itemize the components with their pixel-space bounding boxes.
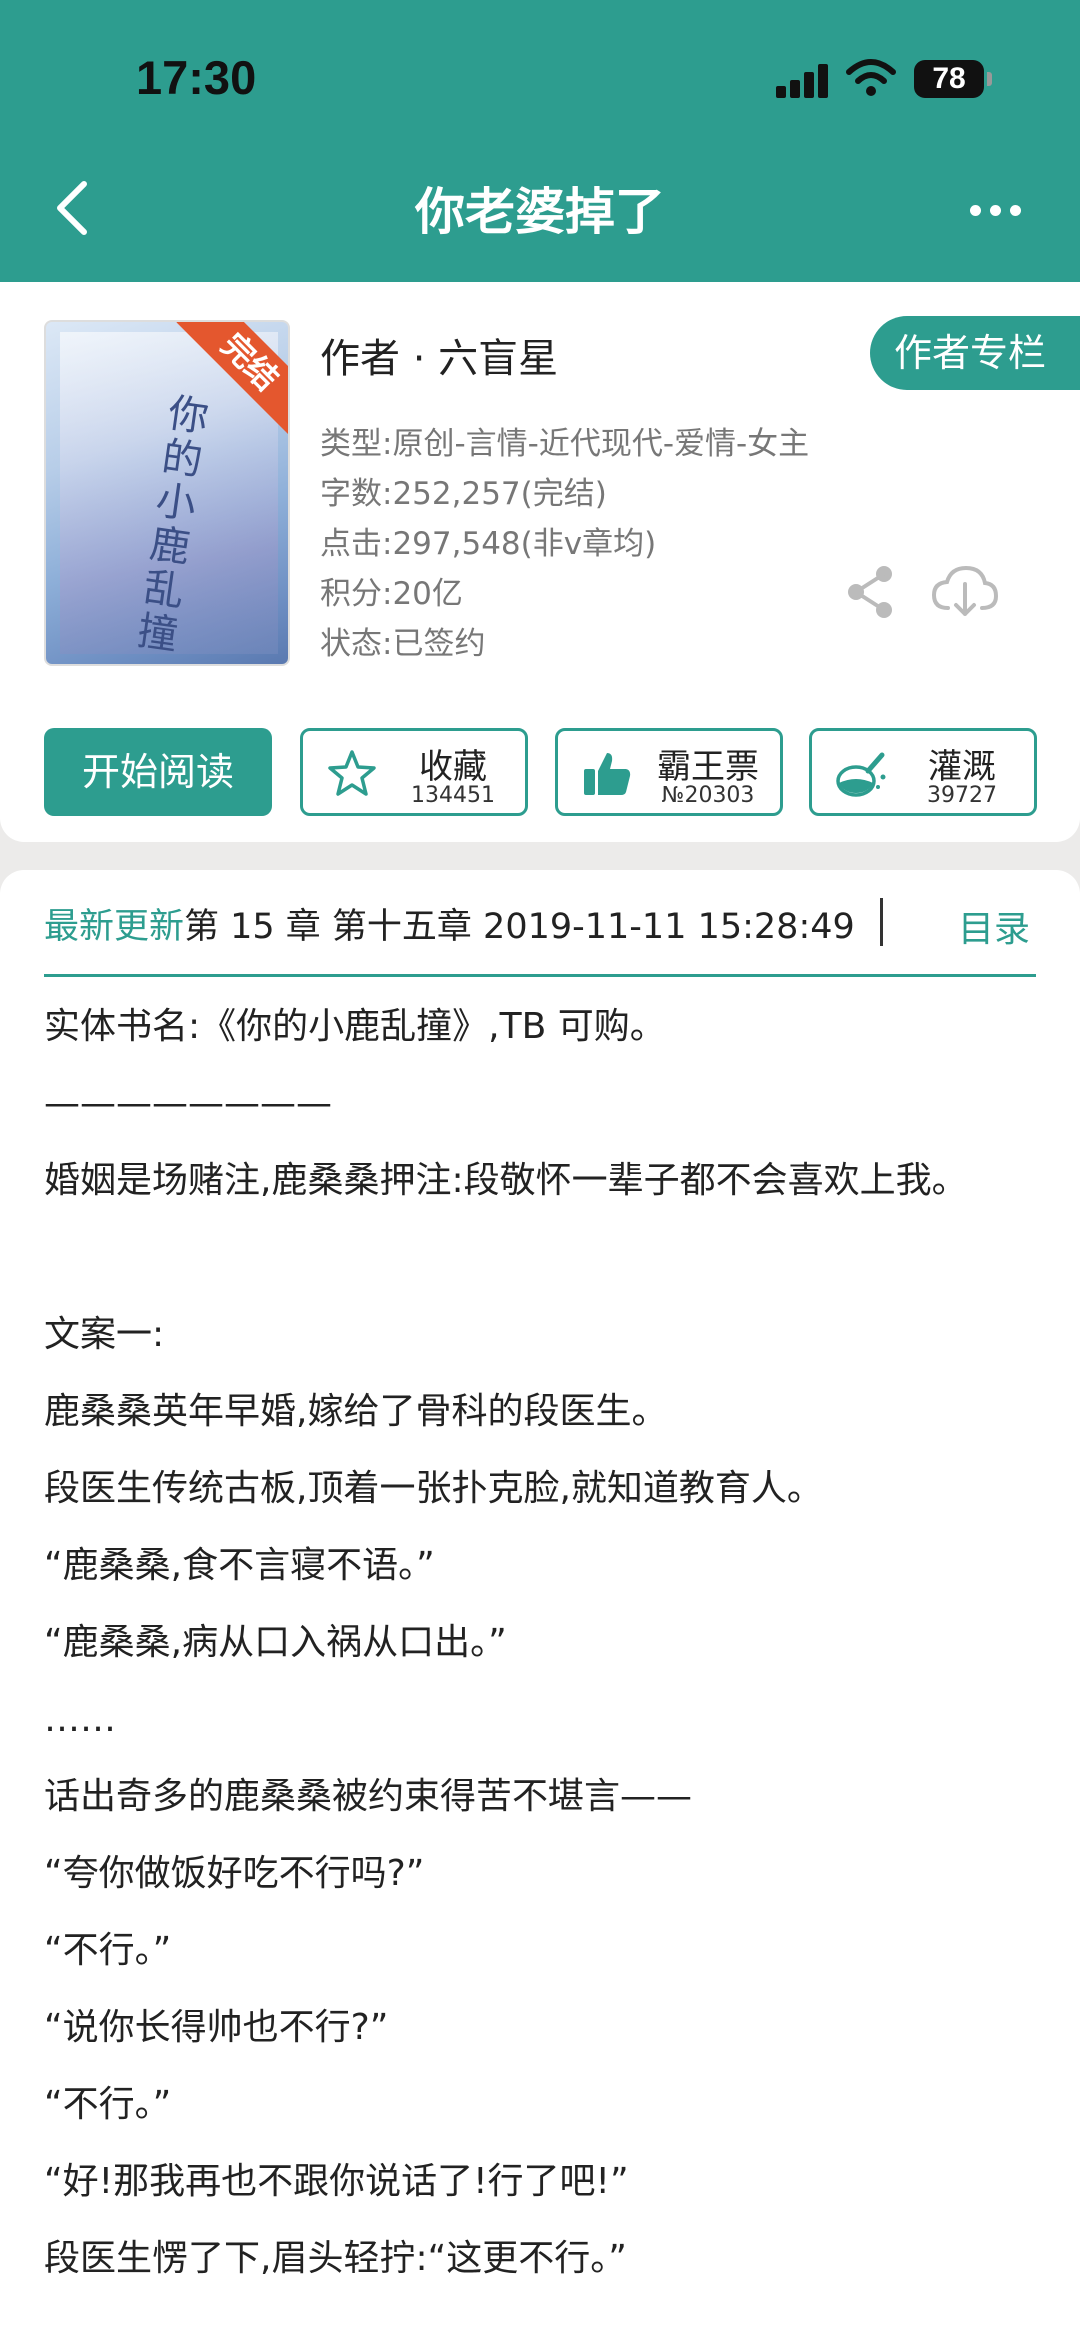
book-score: 积分:20亿 — [320, 576, 463, 612]
latest-update-label: 最新更新 — [44, 907, 185, 947]
wifi-icon — [846, 59, 896, 96]
book-description: 实体书名:《你的小鹿乱撞》,TB 可购。 ———————— 婚姻是场赌注,鹿桑桑… — [44, 988, 1044, 2297]
watering-flask-icon — [836, 752, 886, 797]
book-info-card: 你的小鹿乱撞 完结 作者 · 六盲星 作者专栏 类型:原创-言情-近代现代-爱情… — [0, 282, 1080, 842]
start-reading-button[interactable]: 开始阅读 — [44, 728, 272, 816]
author-column-button[interactable]: 作者专栏 — [870, 316, 1080, 390]
favorite-count: 134451 — [411, 783, 495, 808]
description-line: 文案一: — [44, 1314, 165, 1355]
water-label: 灌溉 — [928, 747, 996, 787]
latest-update-row[interactable]: 最新更新第 15 章 第十五章 2019-11-11 15:28:49 — [44, 898, 1036, 952]
table-of-contents-link[interactable]: 目录 — [958, 900, 1030, 952]
book-click-count: 点击:297,548(非v章均) — [320, 526, 657, 562]
description-line: “好!那我再也不跟你说话了!行了吧!” — [44, 2161, 629, 2202]
description-line: 鹿桑桑英年早婚,嫁给了骨科的段医生。 — [44, 1391, 668, 1432]
latest-chapter-text: 第 15 章 第十五章 2019-11-11 15:28:49 — [184, 907, 855, 947]
author-name[interactable]: 作者 · 六盲星 — [320, 326, 558, 384]
book-word-count: 字数:252,257(完结) — [320, 476, 607, 512]
book-status: 状态:已签约 — [320, 626, 486, 662]
description-line: 段医生传统古板,顶着一张扑克脸,就知道教育人。 — [44, 1468, 823, 1509]
description-line: ———————— — [44, 1083, 332, 1124]
book-description-card: 最新更新第 15 章 第十五章 2019-11-11 15:28:49 目录 实… — [0, 870, 1080, 2341]
description-line: “夸你做饭好吃不行吗?” — [44, 1853, 425, 1894]
water-count: 39727 — [927, 783, 997, 808]
favorite-label: 收藏 — [419, 747, 487, 787]
water-button[interactable]: 灌溉 39727 — [809, 728, 1037, 816]
description-line: “鹿桑桑,病从口入祸从口出。” — [44, 1622, 507, 1663]
status-time: 17:30 — [136, 51, 257, 104]
star-icon — [328, 750, 376, 796]
top-bar: 17:30 78 你老婆掉了 — [0, 0, 1080, 282]
vote-button[interactable]: 霸王票 №20303 — [555, 728, 783, 816]
cellular-signal-icon — [776, 62, 832, 98]
vote-label: 霸王票 — [657, 747, 759, 787]
description-line: “不行。” — [44, 2084, 172, 2125]
description-line: 话出奇多的鹿桑桑被约束得苦不堪言—— — [44, 1776, 693, 1817]
more-options-icon[interactable] — [970, 198, 1030, 222]
book-cover[interactable]: 你的小鹿乱撞 完结 — [44, 320, 290, 666]
favorite-button[interactable]: 收藏 134451 — [300, 728, 528, 816]
battery-indicator: 78 — [914, 60, 992, 98]
description-line — [44, 1219, 1044, 1296]
description-line: “说你长得帅也不行?” — [44, 2007, 389, 2048]
thumbs-up-icon — [584, 753, 631, 795]
share-icon[interactable] — [846, 564, 896, 620]
description-line: 婚姻是场赌注,鹿桑桑押注:段敬怀一辈子都不会喜欢上我。 — [44, 1160, 968, 1201]
vote-count: №20303 — [661, 783, 755, 808]
cloud-download-icon[interactable] — [930, 564, 1000, 620]
page-title: 你老婆掉了 — [415, 183, 665, 241]
description-line: “不行。” — [44, 1930, 172, 1971]
description-line: “鹿桑桑,食不言寝不语。” — [44, 1545, 435, 1586]
description-line: 实体书名:《你的小鹿乱撞》,TB 可购。 — [44, 1006, 666, 1047]
description-line: 段医生愣了下,眉头轻拧:“这更不行。” — [44, 2238, 627, 2279]
divider — [44, 974, 1036, 977]
divider — [880, 898, 883, 946]
book-genre: 类型:原创-言情-近代现代-爱情-女主 — [320, 426, 810, 462]
description-line: …… — [44, 1699, 116, 1740]
